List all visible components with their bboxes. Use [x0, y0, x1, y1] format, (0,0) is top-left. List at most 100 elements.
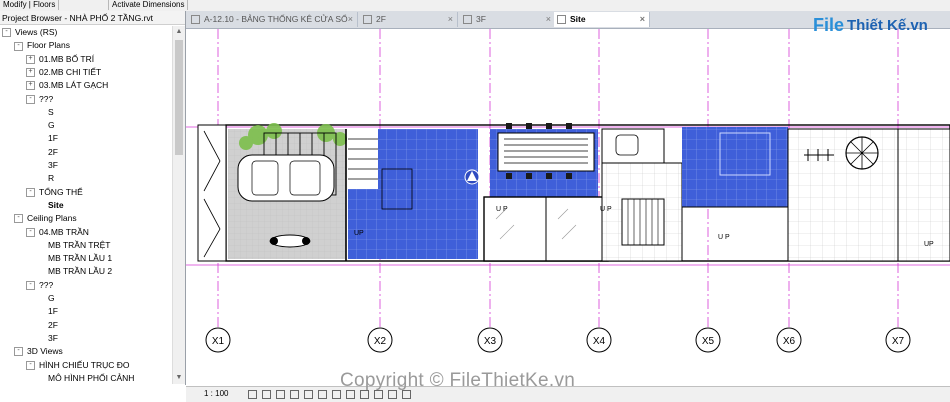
grid-label: X6: [783, 336, 796, 347]
browser-item-label: 1F: [48, 306, 58, 317]
front-gate: [197, 124, 227, 262]
expand-icon[interactable]: +: [26, 68, 35, 78]
browser-item-label: 04.MB TRẦN: [39, 226, 89, 237]
up-label: UP: [354, 230, 364, 237]
browser-item-label: MB TRẦN LẦU 1: [48, 253, 113, 264]
tab-site[interactable]: Site ×: [554, 12, 650, 27]
tab-2f[interactable]: 2F ×: [360, 12, 458, 27]
browser-item[interactable]: G: [44, 119, 55, 132]
browser-item[interactable]: -???: [26, 279, 53, 292]
browser-item-label: 02.MB CHI TIẾT: [39, 66, 102, 77]
browser-item-label: Views (RS): [15, 27, 58, 37]
up-label: U P: [496, 206, 508, 213]
collapse-icon[interactable]: -: [26, 280, 35, 290]
floor-plan-icon: [463, 15, 472, 24]
browser-item[interactable]: R: [44, 172, 54, 185]
drawing-viewport[interactable]: UP U P U P U P UP X1 X2 X3 X4 X5 X6 X7: [186, 29, 950, 385]
modify-floors-label[interactable]: Modify | Floors: [0, 0, 60, 10]
collapse-icon[interactable]: -: [26, 94, 35, 104]
browser-item-label: MB TRẦN TRỆT: [48, 239, 111, 250]
browser-item[interactable]: S: [44, 106, 54, 119]
browser-item-label: MÔ HÌNH PHỐI CẢNH: [48, 372, 135, 383]
browser-item-label: 1F: [48, 133, 58, 144]
close-icon[interactable]: ×: [348, 12, 353, 27]
scroll-up-icon[interactable]: ▲: [175, 28, 183, 36]
browser-item[interactable]: - HÌNH CHIẾU TRỤC ĐO: [26, 359, 130, 372]
browser-item[interactable]: MÔ HÌNH PHỐI CẢNH: [44, 372, 134, 385]
tab-3f[interactable]: 3F ×: [460, 12, 556, 27]
browser-item[interactable]: 3F: [44, 159, 58, 172]
collapse-icon[interactable]: -: [2, 28, 11, 38]
browser-item[interactable]: - Floor Plans: [14, 39, 70, 52]
visual-style-icon[interactable]: [262, 390, 271, 399]
grid-label: X5: [702, 336, 715, 347]
up-label: UP: [924, 241, 934, 248]
browser-item-label: G: [48, 293, 55, 303]
grid-label: X7: [892, 336, 905, 347]
browser-item[interactable]: MB TRẦN LẦU 1: [44, 252, 112, 265]
tab-bang-thong-ke-cua-so[interactable]: A-12.10 - BẢNG THỐNG KÊ CỬA SỔ ×: [188, 12, 358, 27]
browser-item-label: 03.MB LÁT GẠCH: [39, 80, 109, 91]
floor-plan-drawing[interactable]: UP U P U P U P UP X1 X2 X3 X4 X5 X6 X7: [186, 29, 950, 385]
browser-item[interactable]: 1F: [44, 305, 58, 318]
browser-item[interactable]: - Ceiling Plans: [14, 212, 77, 225]
revit-view-icon: [464, 169, 480, 185]
bedroom-floor-tiles: [682, 127, 788, 207]
close-icon[interactable]: ×: [546, 12, 551, 27]
close-icon[interactable]: ×: [448, 12, 453, 27]
browser-item[interactable]: +02.MB CHI TIẾT: [26, 66, 101, 79]
browser-item[interactable]: -04.MB TRẦN: [26, 226, 89, 239]
browser-item-label: 3F: [48, 160, 58, 170]
collapse-icon[interactable]: -: [26, 360, 35, 370]
browser-item[interactable]: - TỔNG THỂ: [26, 186, 83, 199]
browser-scrollbar[interactable]: ▲ ▼: [172, 26, 185, 384]
browser-item-label: Site: [48, 199, 64, 210]
umbrella-icon: [845, 136, 879, 170]
show-crop-icon[interactable]: [318, 390, 327, 399]
browser-item[interactable]: G: [44, 292, 55, 305]
browser-item[interactable]: 2F: [44, 319, 58, 332]
scroll-down-icon[interactable]: ▼: [175, 374, 183, 382]
expand-icon[interactable]: +: [26, 81, 35, 91]
browser-item[interactable]: - Views (RS): [2, 26, 57, 39]
browser-item[interactable]: +01.MB BỐ TRÍ: [26, 53, 94, 66]
scroll-thumb[interactable]: [175, 40, 183, 155]
browser-item[interactable]: MB TRẦN LẦU 2: [44, 265, 112, 278]
browser-item-label: 3D Views: [27, 346, 63, 357]
project-browser: Project Browser - NHÀ PHỐ 2 TẦNG.rvt - Vi…: [0, 11, 186, 385]
collapse-icon[interactable]: -: [14, 347, 23, 357]
activate-dimensions-button[interactable]: Activate Dimensions: [108, 0, 189, 10]
grid-label: X2: [374, 336, 387, 347]
browser-item-label: Floor Plans: [27, 40, 70, 51]
view-scale[interactable]: 1 : 100: [204, 389, 228, 398]
sun-path-icon[interactable]: [276, 390, 285, 399]
grid-label: X3: [484, 336, 497, 347]
collapse-icon[interactable]: -: [14, 214, 23, 224]
browser-item[interactable]: -???: [26, 93, 53, 106]
browser-item-label: MB TRẦN LẦU 2: [48, 266, 113, 277]
browser-item-label: TỔNG THỂ: [39, 186, 83, 197]
expand-icon[interactable]: +: [26, 54, 35, 64]
tab-label: Site: [570, 14, 586, 24]
browser-item[interactable]: 3F: [44, 332, 58, 345]
browser-item[interactable]: Site: [44, 199, 64, 212]
browser-item-label: ???: [39, 279, 54, 290]
up-label: U P: [600, 206, 612, 213]
crop-view-icon[interactable]: [304, 390, 313, 399]
collapse-icon[interactable]: -: [26, 187, 35, 197]
browser-item[interactable]: +03.MB LÁT GẠCH: [26, 79, 108, 92]
collapse-icon[interactable]: -: [14, 41, 23, 51]
schedule-icon: [191, 15, 200, 24]
browser-item-label: G: [48, 120, 55, 131]
tab-label: 3F: [476, 14, 486, 24]
browser-item[interactable]: -3D Views: [14, 345, 63, 358]
grid-label: X1: [212, 336, 225, 347]
close-icon[interactable]: ×: [640, 12, 645, 27]
collapse-icon[interactable]: -: [26, 227, 35, 237]
browser-item[interactable]: 2F: [44, 146, 58, 159]
browser-item[interactable]: 1F: [44, 132, 58, 145]
shadows-icon[interactable]: [290, 390, 299, 399]
logo-part-2: Thiết Kế.vn: [847, 17, 928, 34]
browser-item[interactable]: MB TRẦN TRỆT: [44, 239, 111, 252]
detail-level-icon[interactable]: [248, 390, 257, 399]
